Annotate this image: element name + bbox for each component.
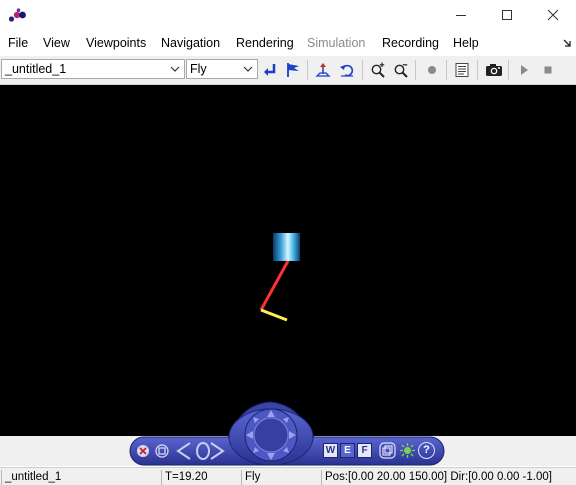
nav-joystick[interactable] [240,404,302,466]
status-position: Pos:[0.00 20.00 150.00] Dir:[0.00 0.00 -… [321,470,575,485]
flag-icon [287,63,299,77]
close-icon [547,9,559,21]
snapshot-camera-icon [486,64,502,76]
toolbar-separator [508,60,509,80]
menu-file[interactable]: File [8,36,28,50]
status-viewpoint: _untitled_1 [1,470,161,485]
console-icon [455,63,469,77]
toolbar-separator [477,60,478,80]
record-button[interactable] [422,60,442,80]
menu-help[interactable]: Help [453,36,479,50]
toolbar: _untitled_1 Fly [0,56,576,85]
nav-right-button[interactable] [207,441,227,461]
close-button[interactable] [530,0,576,30]
nav-e-button[interactable]: E [340,443,355,458]
layers-icon [379,442,396,459]
status-mode: Fly [241,470,321,485]
play-button[interactable] [514,60,534,80]
viewpoint-combo-value: _untitled_1 [5,62,67,76]
snapshot-button[interactable] [484,60,504,80]
straighten-up-icon [315,63,331,77]
joystick-icon [244,408,298,462]
w-icon: W [325,445,336,456]
f-icon: F [361,445,368,456]
chevron-down-icon [243,66,253,72]
left-arrow-icon [176,442,191,460]
nav-w-button[interactable]: W [323,443,338,458]
help-icon: ? [423,444,430,456]
status-time: T=19.20 [161,470,241,485]
right-arrow-icon [210,442,225,460]
close-x-icon [137,445,149,457]
menu-viewpoints[interactable]: Viewpoints [86,36,146,50]
menu-navigation[interactable]: Navigation [161,36,220,50]
zoom-in-button[interactable] [368,60,388,80]
stop-button[interactable] [538,60,558,80]
3d-scene [259,233,300,322]
nav-close-button[interactable] [136,444,150,458]
maximize-icon [502,10,512,20]
menu-bar: File View Viewpoints Navigation Renderin… [0,32,576,54]
toolbar-separator [307,60,308,80]
toolbar-separator [446,60,447,80]
3d-viewport[interactable] [0,85,576,436]
scene-cylinder [273,233,300,261]
record-icon [428,66,436,74]
viewpoint-combo[interactable]: _untitled_1 [1,59,185,79]
zoom-out-icon [394,64,408,78]
menu-rendering[interactable]: Rendering [236,36,294,50]
nav-layers-button[interactable] [379,442,396,459]
toolbar-separator [362,60,363,80]
scene-yellow-segment [260,308,288,322]
restore-icon [155,444,169,458]
status-bar: _untitled_1 T=19.20 Fly Pos:[0.00 20.00 … [0,467,576,485]
light-icon [400,443,415,458]
flag-button[interactable] [283,60,303,80]
menu-simulation: Simulation [307,36,366,50]
undo-move-icon [340,64,354,77]
zoom-in-icon [371,62,385,78]
zoom-out-button[interactable] [391,60,411,80]
nav-left-button[interactable] [174,441,194,461]
straighten-button[interactable] [313,60,333,80]
return-button[interactable] [260,60,280,80]
maximize-button[interactable] [484,0,530,30]
undo-move-button[interactable] [337,60,357,80]
stop-icon [544,66,552,74]
console-button[interactable] [452,60,472,80]
toolbar-separator [415,60,416,80]
nav-light-button[interactable] [399,442,416,459]
e-icon: E [344,445,351,456]
navigation-combo-value: Fly [190,62,207,76]
return-arrow-icon [264,64,276,76]
menu-overflow-arrow-icon[interactable] [563,39,572,48]
scene-red-segment [259,260,290,311]
play-icon [521,65,528,75]
nav-help-button[interactable]: ? [418,442,435,459]
menu-recording[interactable]: Recording [382,36,439,50]
nav-f-button[interactable]: F [357,443,372,458]
navigation-combo[interactable]: Fly [186,59,258,79]
minimize-icon [456,15,466,16]
title-bar [0,0,576,30]
menu-view[interactable]: View [43,36,70,50]
minimize-button[interactable] [438,0,484,30]
nav-restore-button[interactable] [155,444,169,458]
chevron-down-icon [170,66,180,72]
purple-balls-logo-icon [8,8,26,22]
